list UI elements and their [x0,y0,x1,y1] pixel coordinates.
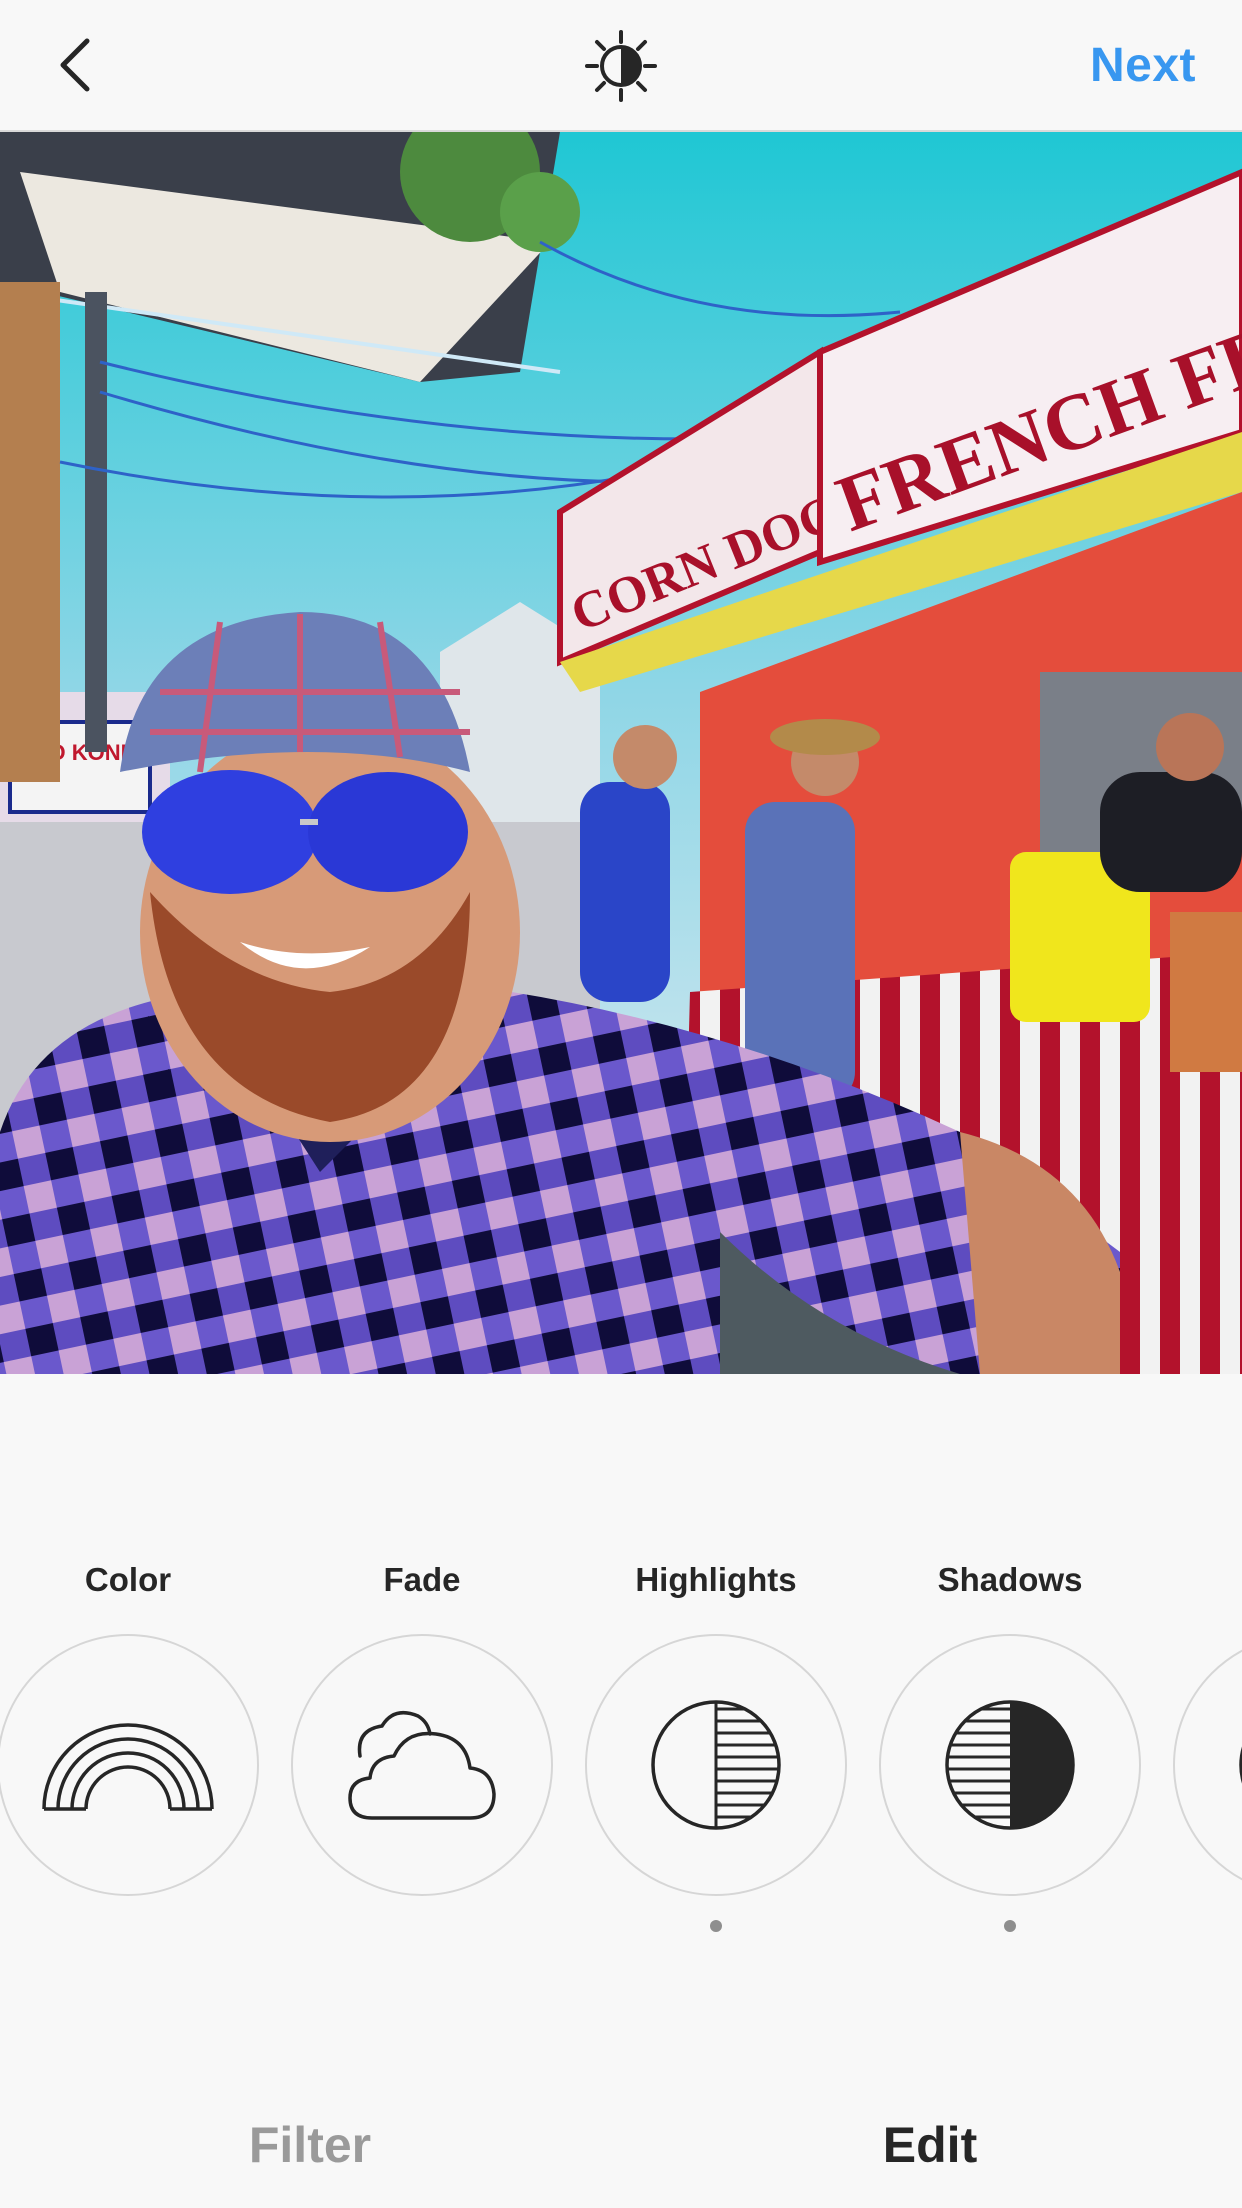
tool-label: Highlights [635,1561,797,1598]
sun-contrast-icon [585,30,657,102]
adjustment-indicator-dot [1004,1920,1016,1932]
lux-button[interactable] [581,30,661,102]
tool-button[interactable] [291,1634,553,1896]
back-button[interactable] [40,30,110,100]
tool-label: Color [84,1561,172,1598]
tool-button[interactable] [879,1634,1141,1896]
vignette-icon [1239,1746,1242,1784]
tab-edit[interactable]: Edit [780,2110,1080,2180]
tool-vignette[interactable]: V [1169,1374,1242,1974]
photo-preview: SNO KONES CORN DOGS FRENCH FR [0,132,1242,1374]
tool-button[interactable] [585,1634,847,1896]
tool-label: Shadows [937,1561,1083,1598]
tool-label: V [1169,1560,1242,1600]
tool-shadows[interactable]: Shadows [875,1374,1145,1974]
tool-button[interactable] [0,1634,259,1896]
tools-row: Color Fade Highlights Shadows [0,1374,1242,2074]
tool-color[interactable]: Color [0,1374,263,1974]
tool-fade[interactable]: Fade [287,1374,557,1974]
tool-button[interactable] [1173,1634,1242,1896]
photo-image: SNO KONES CORN DOGS FRENCH FR [0,132,1242,1374]
adjustment-indicator-dot [710,1920,722,1932]
next-button[interactable]: Next [1090,36,1196,96]
tool-highlights[interactable]: Highlights [581,1374,851,1974]
cloud-icon [348,1710,496,1820]
tool-label: Fade [383,1561,461,1598]
chevron-left-icon [60,38,90,92]
highlights-icon [651,1700,781,1830]
rainbow-icon [42,1723,214,1811]
top-bar: Next [0,0,1242,132]
shadows-icon [945,1700,1075,1830]
bottom-tab-bar: Filter Edit [0,2090,1242,2208]
tab-filter[interactable]: Filter [160,2110,460,2180]
